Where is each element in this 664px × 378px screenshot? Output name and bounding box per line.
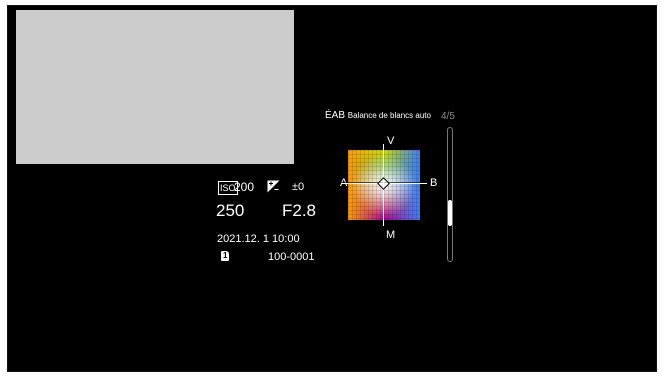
wb-label-top: V: [387, 135, 395, 147]
wb-label-right: B: [430, 177, 438, 189]
capture-datetime: 2021.12. 1 10:00: [217, 233, 300, 245]
white-balance-icon: ÉAB: [325, 110, 346, 121]
shutter-speed: 250: [216, 201, 245, 220]
card-slot-icon: 1: [221, 251, 229, 261]
camera-playback-screen: [7, 5, 657, 372]
file-number: 100-0001: [268, 251, 315, 263]
exposure-compensation-icon: [267, 180, 280, 193]
exposure-compensation-value: ±0: [292, 181, 305, 193]
page-indicator: 4/5: [441, 111, 455, 122]
wb-label-bottom: M: [386, 229, 396, 241]
aperture-value: F2.8: [282, 201, 317, 220]
scrollbar-thumb[interactable]: [448, 200, 452, 226]
iso-value: 200: [234, 180, 255, 194]
white-balance-title: Balance de blancs auto: [347, 111, 431, 120]
image-thumbnail: [16, 10, 294, 164]
scrollbar-track[interactable]: [447, 127, 453, 262]
card-slot-number: 1: [223, 251, 228, 260]
white-balance-header: ÉAB Balance de blancs auto: [325, 110, 431, 121]
